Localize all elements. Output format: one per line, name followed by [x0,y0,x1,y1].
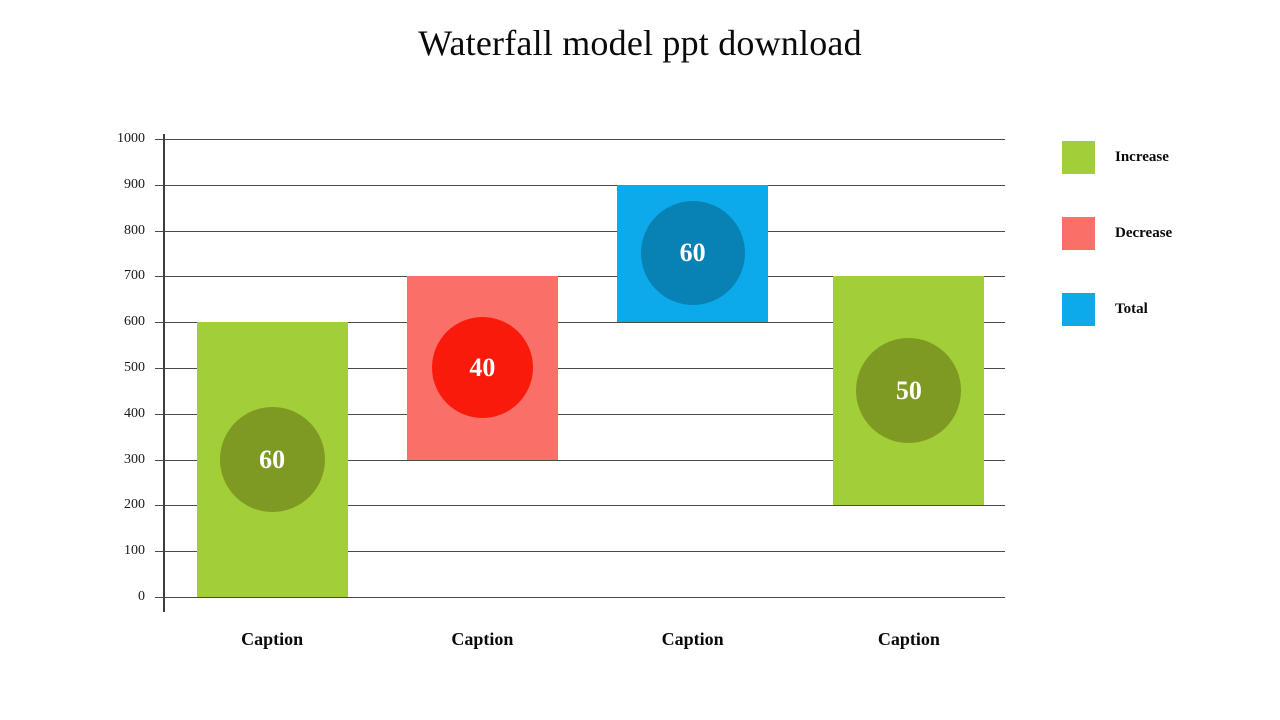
y-axis-tick-label: 900 [124,176,145,192]
y-axis-tick-labels: 0 100 200 300 400 500 600 700 800 900 1000 [85,0,145,720]
plot-area: 60 40 60 50 [164,139,1005,598]
bar-value-bubble: 60 [640,201,745,306]
legend-swatch [1062,292,1095,326]
y-axis-tick-label: 1000 [117,131,145,146]
y-axis-tick-label: 300 [124,451,145,467]
bar[interactable]: 50 [833,276,985,506]
legend-item-total[interactable]: Total [1062,292,1148,326]
legend-label: Increase [1115,148,1169,165]
page-title: Waterfall model ppt download [418,23,862,63]
x-axis-caption: Caption [241,629,304,649]
legend-label: Decrease [1115,224,1173,241]
y-axis-tick-label: 500 [124,360,145,375]
y-axis-tick-label: 400 [124,405,145,421]
gridline [164,184,1005,186]
legend-label: Total [1115,300,1148,317]
legend-swatch [1062,140,1095,174]
bar[interactable]: 60 [617,184,769,323]
x-axis-caption: Caption [661,629,724,649]
y-axis-tick-label: 700 [124,268,145,284]
legend-item-decrease[interactable]: Decrease [1062,216,1172,250]
x-axis-caption: Caption [877,629,940,649]
bar[interactable]: 60 [196,322,348,597]
bar[interactable]: 40 [406,276,558,460]
gridline [164,597,1005,598]
bar-value-bubble: 60 [219,407,325,513]
y-axis-tick-label: 0 [138,589,145,604]
gridline [164,139,1005,140]
y-axis-tick-label: 600 [124,314,145,330]
x-axis-caption: Caption [451,629,514,649]
bar-value-bubble: 40 [431,317,533,419]
y-axis-tick-label: 100 [124,543,145,559]
legend-item-increase[interactable]: Increase [1062,140,1169,174]
gridline [164,230,1005,232]
y-axis-tick-label: 800 [124,222,145,238]
legend-swatch [1062,216,1095,250]
y-axis-tick-label: 200 [124,497,145,513]
bar-value-bubble: 50 [856,338,962,444]
